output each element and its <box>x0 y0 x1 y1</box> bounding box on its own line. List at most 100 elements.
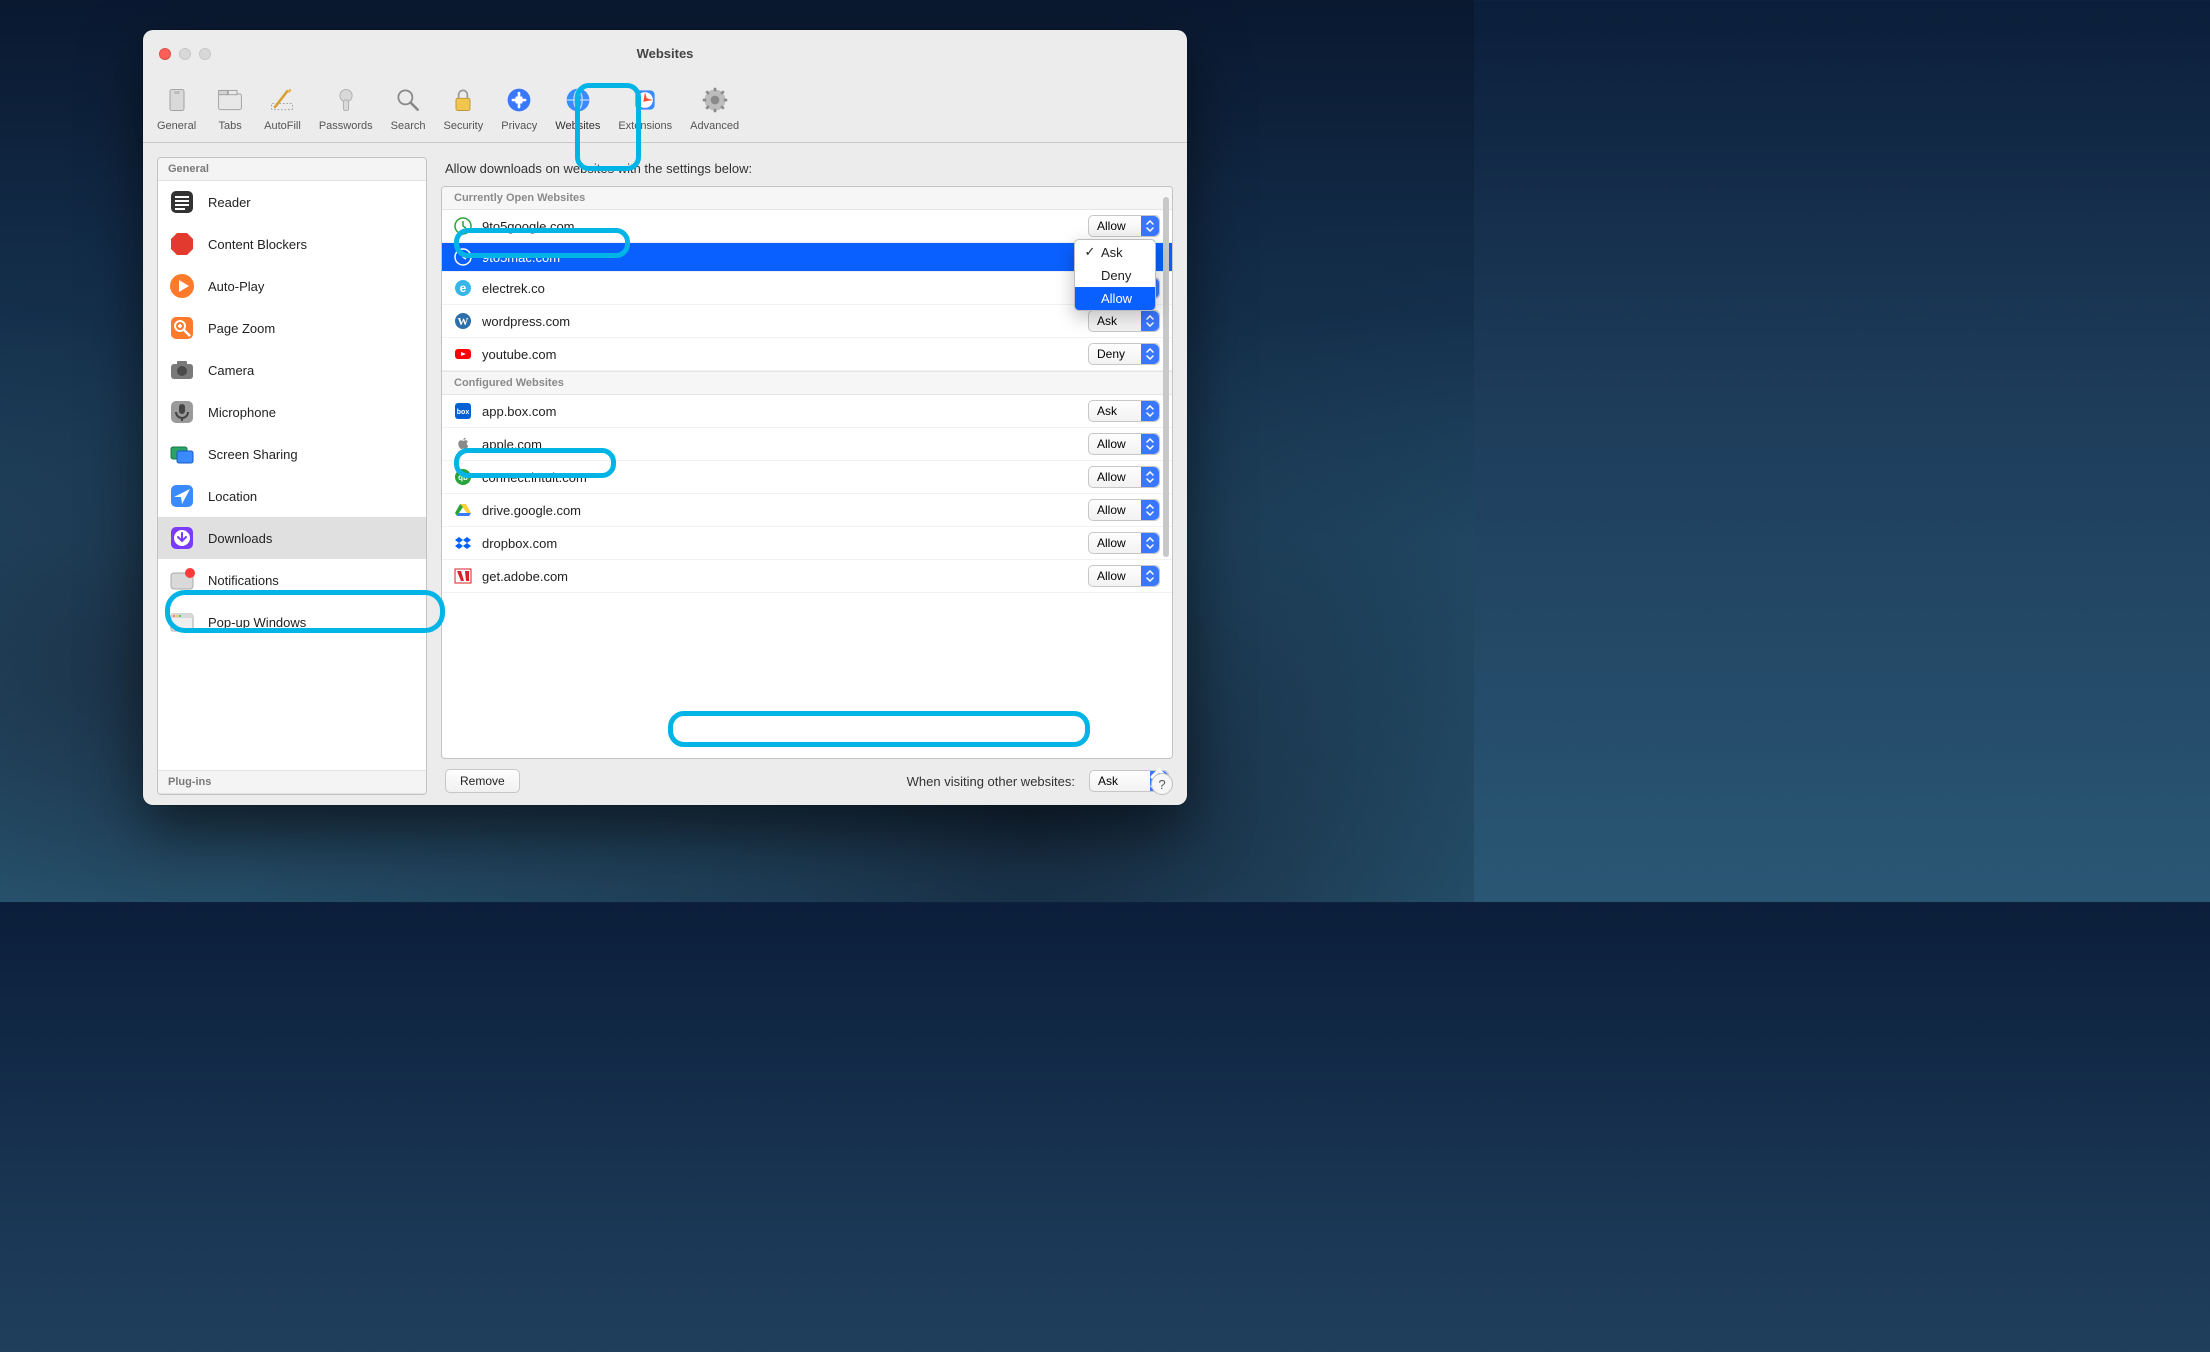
sidebar-item-label: Camera <box>208 363 254 378</box>
sidebar-item-camera[interactable]: Camera <box>158 349 426 391</box>
passwords-icon <box>330 84 362 116</box>
tabs-icon <box>214 84 246 116</box>
permission-select[interactable]: Allow <box>1088 499 1160 521</box>
sidebar-item-label: Content Blockers <box>208 237 307 252</box>
help-button[interactable]: ? <box>1151 773 1173 795</box>
bottom-bar: Remove When visiting other websites: Ask <box>441 759 1173 795</box>
site-domain: drive.google.com <box>482 503 1078 518</box>
zoom-icon[interactable] <box>199 48 211 60</box>
toolbar-tab-search[interactable]: Search <box>389 82 428 134</box>
site-row[interactable]: 9to5google.com Allow <box>442 210 1172 243</box>
advanced-icon <box>699 84 731 116</box>
site-domain: 9to5google.com <box>482 219 1078 234</box>
toolbar-tab-label: Privacy <box>501 120 537 132</box>
chevron-updown-icon <box>1141 311 1159 331</box>
permission-select[interactable]: Allow <box>1088 532 1160 554</box>
group-header-configured: Configured Websites <box>442 371 1172 395</box>
site-domain: youtube.com <box>482 347 1078 362</box>
microphone-icon <box>168 398 196 426</box>
chevron-updown-icon <box>1141 566 1159 586</box>
permission-value: Allow <box>1097 470 1126 484</box>
sidebar-item-label: Auto-Play <box>208 279 264 294</box>
toolbar-tab-label: Passwords <box>319 120 373 132</box>
privacy-icon <box>503 84 535 116</box>
toolbar-tab-general[interactable]: General <box>155 82 198 134</box>
site-domain: wordpress.com <box>482 314 1078 329</box>
dropdown-option[interactable]: Deny <box>1075 264 1155 287</box>
websites-icon <box>562 84 594 116</box>
permission-select[interactable]: Allow <box>1088 215 1160 237</box>
reader-icon <box>168 188 196 216</box>
site-domain: get.adobe.com <box>482 569 1078 584</box>
window-controls <box>159 48 211 60</box>
dropdown-option[interactable]: ✓Ask <box>1075 240 1155 264</box>
dropdown-option-label: Ask <box>1101 245 1123 260</box>
sidebar-item-content-blockers[interactable]: Content Blockers <box>158 223 426 265</box>
sidebar-item-screen-sharing[interactable]: Screen Sharing <box>158 433 426 475</box>
toolbar-tab-label: General <box>157 120 196 132</box>
chevron-updown-icon <box>1141 401 1159 421</box>
remove-button[interactable]: Remove <box>445 769 520 793</box>
chevron-updown-icon <box>1141 467 1159 487</box>
auto-play-icon <box>168 272 196 300</box>
permission-select[interactable]: Allow <box>1088 433 1160 455</box>
site-domain: apple.com <box>482 437 1078 452</box>
permission-value: Allow <box>1097 219 1126 233</box>
permission-dropdown: ✓AskDenyAllow <box>1074 239 1156 311</box>
toolbar-tab-websites[interactable]: Websites <box>553 82 602 134</box>
sidebar-item-page-zoom[interactable]: Page Zoom <box>158 307 426 349</box>
general-icon <box>161 84 193 116</box>
chevron-updown-icon <box>1141 500 1159 520</box>
extensions-icon <box>629 84 661 116</box>
site-favicon: qb <box>454 468 472 486</box>
sidebar-item-popup[interactable]: Pop-up Windows <box>158 601 426 643</box>
sidebar-item-label: Screen Sharing <box>208 447 298 462</box>
sidebar-item-label: Reader <box>208 195 251 210</box>
toolbar-tab-extensions[interactable]: Extensions <box>616 82 674 134</box>
site-favicon <box>454 435 472 453</box>
site-row[interactable]: eelectrek.coAllow <box>442 272 1172 305</box>
dropdown-option[interactable]: Allow <box>1075 287 1155 310</box>
scrollbar[interactable] <box>1163 197 1169 557</box>
sidebar-item-location[interactable]: Location <box>158 475 426 517</box>
permission-select[interactable]: Ask <box>1088 310 1160 332</box>
close-icon[interactable] <box>159 48 171 60</box>
permission-select[interactable]: Ask <box>1088 400 1160 422</box>
titlebar[interactable]: Websites <box>143 30 1187 78</box>
sidebar-item-downloads[interactable]: Downloads <box>158 517 426 559</box>
websites-list[interactable]: Currently Open Websites9to5google.comAll… <box>442 187 1172 758</box>
permission-select[interactable]: Allow <box>1088 466 1160 488</box>
toolbar-tab-advanced[interactable]: Advanced <box>688 82 741 134</box>
site-row[interactable]: youtube.com Deny <box>442 338 1172 371</box>
chevron-updown-icon <box>1141 533 1159 553</box>
sidebar-item-label: Location <box>208 489 257 504</box>
security-icon <box>447 84 479 116</box>
permission-value: Allow <box>1097 536 1126 550</box>
toolbar-tab-passwords[interactable]: Passwords <box>317 82 375 134</box>
toolbar-tab-tabs[interactable]: Tabs <box>212 82 248 134</box>
toolbar-tab-security[interactable]: Security <box>441 82 485 134</box>
sidebar-item-reader[interactable]: Reader <box>158 181 426 223</box>
page-zoom-icon <box>168 314 196 342</box>
permission-value: Allow <box>1097 569 1126 583</box>
site-favicon <box>454 534 472 552</box>
permission-select[interactable]: Allow <box>1088 565 1160 587</box>
site-row[interactable]: qbconnect.intuit.comAllow <box>442 461 1172 494</box>
permission-select[interactable]: Deny <box>1088 343 1160 365</box>
site-row[interactable]: get.adobe.com Allow <box>442 560 1172 593</box>
svg-text:e: e <box>460 281 467 295</box>
site-row[interactable]: boxapp.box.comAsk <box>442 395 1172 428</box>
toolbar-tab-label: Websites <box>555 120 600 132</box>
sidebar-item-microphone[interactable]: Microphone <box>158 391 426 433</box>
sidebar-item-auto-play[interactable]: Auto-Play <box>158 265 426 307</box>
site-row[interactable]: dropbox.comAllow <box>442 527 1172 560</box>
site-row[interactable]: Wwordpress.comAsk <box>442 305 1172 338</box>
toolbar-tab-privacy[interactable]: Privacy <box>499 82 539 134</box>
minimize-icon[interactable] <box>179 48 191 60</box>
site-row[interactable]: apple.com Allow <box>442 428 1172 461</box>
sidebar-item-notifications[interactable]: Notifications <box>158 559 426 601</box>
site-row[interactable]: drive.google.com Allow <box>442 494 1172 527</box>
notifications-icon <box>168 566 196 594</box>
toolbar-tab-autofill[interactable]: AutoFill <box>262 82 303 134</box>
site-row[interactable]: 9to5mac.com✓AskDenyAllow <box>442 243 1172 272</box>
